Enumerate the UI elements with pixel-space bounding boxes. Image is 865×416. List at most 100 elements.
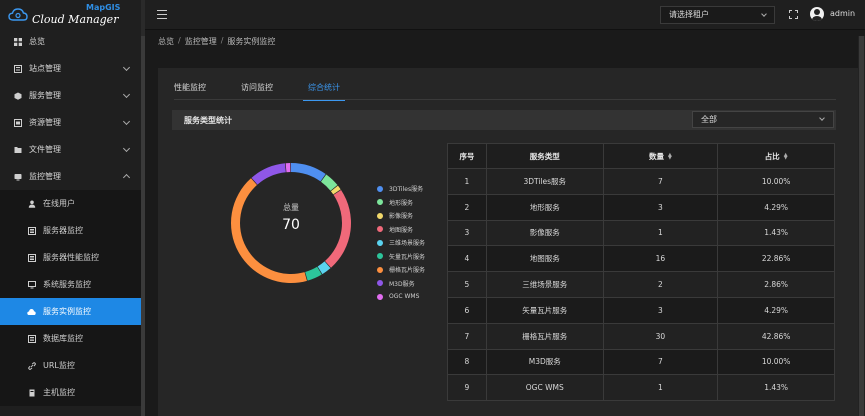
table-row: 4 地图服务 16 22.86% bbox=[447, 245, 835, 273]
sidebar-sub-server-monitor[interactable]: 服务器监控 bbox=[0, 217, 141, 244]
tabs: 性能监控 访问监控 综合统计 bbox=[174, 78, 375, 101]
username[interactable]: admin bbox=[830, 9, 855, 18]
table-row: 5 三维场景服务 2 2.86% bbox=[447, 271, 835, 298]
top-header: 请选择租户 admin bbox=[145, 0, 865, 30]
donut-slice[interactable] bbox=[291, 163, 326, 182]
table-cell: 矢量瓦片服务 bbox=[485, 296, 604, 324]
donut-total-value: 70 bbox=[282, 217, 300, 233]
breadcrumb-item[interactable]: 总览 bbox=[158, 36, 174, 47]
column-header-ratio[interactable]: 占比 ▲ ▼ bbox=[717, 143, 835, 169]
sidebar-sub-url[interactable]: URL监控 bbox=[0, 352, 141, 379]
host-icon bbox=[27, 388, 36, 397]
table-cell: 9 bbox=[447, 374, 487, 402]
legend-item[interactable]: M3D服务 bbox=[377, 278, 425, 289]
table-cell: 7 bbox=[447, 322, 487, 350]
table-cell: 42.86% bbox=[717, 322, 835, 350]
sidebar-scrollbar[interactable] bbox=[141, 0, 145, 416]
table-cell: 1 bbox=[602, 374, 719, 402]
sidebar-sub-label: 服务器监控 bbox=[43, 226, 83, 235]
table-cell: 7 bbox=[602, 348, 719, 376]
table-cell: OGC WMS bbox=[485, 374, 604, 402]
tab-statistics[interactable]: 综合统计 bbox=[303, 78, 345, 101]
donut-slice[interactable] bbox=[251, 163, 286, 185]
table-cell: 4 bbox=[447, 245, 487, 273]
legend-item[interactable]: 3DTiles服务 bbox=[377, 183, 425, 194]
legend-item[interactable]: 影像服务 bbox=[377, 210, 425, 221]
sidebar-item-label: 资源管理 bbox=[29, 118, 61, 127]
sidebar-scrollbar-thumb[interactable] bbox=[141, 36, 145, 416]
legend-item[interactable]: 地图服务 bbox=[377, 224, 425, 235]
sidebar-sub-label: 在线用户 bbox=[43, 199, 75, 208]
sidebar-sub-system-service[interactable]: 系统服务监控 bbox=[0, 271, 141, 298]
tab-access[interactable]: 访问监控 bbox=[241, 78, 273, 100]
breadcrumb-separator: / bbox=[220, 36, 224, 45]
chevron-up-icon bbox=[122, 173, 131, 182]
sidebar-item-service[interactable]: 服务管理 bbox=[0, 82, 141, 109]
table-cell: 1.43% bbox=[717, 374, 835, 402]
column-header-index: 序号 bbox=[447, 143, 487, 169]
sort-icon[interactable]: ▲ ▼ bbox=[668, 152, 672, 160]
avatar[interactable] bbox=[810, 7, 824, 21]
legend-item[interactable]: OGC WMS bbox=[377, 291, 425, 302]
table-cell: 1 bbox=[602, 219, 719, 247]
menu-toggle-icon[interactable] bbox=[157, 10, 167, 19]
service-type-filter[interactable]: 全部 bbox=[692, 111, 834, 128]
legend-item[interactable]: 矢量瓦片服务 bbox=[377, 251, 425, 262]
breadcrumb: 总览 / 监控管理 / 服务实例监控 bbox=[158, 36, 275, 47]
fullscreen-icon[interactable] bbox=[789, 10, 798, 19]
sidebar-sub-database[interactable]: 数据库监控 bbox=[0, 325, 141, 352]
brand-sub: MapGIS bbox=[86, 3, 121, 12]
legend-dot bbox=[377, 185, 383, 192]
column-header-count[interactable]: 数量 ▲ ▼ bbox=[602, 143, 719, 169]
page-scrollbar-thumb[interactable] bbox=[859, 36, 864, 416]
sidebar-sub-server-perf[interactable]: 服务器性能监控 bbox=[0, 244, 141, 271]
legend-item[interactable]: 地形服务 bbox=[377, 197, 425, 208]
sidebar-item-label: 服务管理 bbox=[29, 91, 61, 100]
legend-label: M3D服务 bbox=[389, 280, 415, 288]
table-cell: 22.86% bbox=[717, 245, 835, 273]
cloud-icon bbox=[27, 307, 36, 316]
user-icon bbox=[27, 199, 36, 208]
donut-chart: 总量 70 bbox=[228, 160, 354, 286]
sidebar-sub-service-instance[interactable]: 服务实例监控 bbox=[0, 298, 141, 325]
legend-label: 地形服务 bbox=[389, 199, 414, 207]
table-cell: 4.29% bbox=[717, 193, 835, 221]
sidebar-sub-host[interactable]: 主机监控 bbox=[0, 379, 141, 406]
legend-dot bbox=[377, 280, 383, 286]
logo[interactable]: Cloud Manager MapGIS bbox=[0, 0, 141, 30]
sidebar-item-monitor[interactable]: 监控管理 bbox=[0, 163, 141, 190]
table-cell: 30 bbox=[602, 322, 719, 350]
database-icon bbox=[27, 334, 36, 343]
resource-icon bbox=[13, 118, 22, 127]
sidebar-item-file[interactable]: 文件管理 bbox=[0, 136, 141, 163]
legend-dot bbox=[377, 226, 383, 232]
breadcrumb-separator: / bbox=[178, 36, 181, 45]
table-row: 7 栅格瓦片服务 30 42.86% bbox=[447, 322, 835, 350]
legend-dot bbox=[377, 266, 383, 273]
sort-icon[interactable]: ▲ ▼ bbox=[784, 152, 788, 160]
tab-performance[interactable]: 性能监控 bbox=[174, 78, 206, 100]
tabs-divider bbox=[174, 99, 836, 100]
server-perf-icon bbox=[27, 253, 36, 262]
legend-item[interactable]: 三维场景服务 bbox=[377, 237, 425, 248]
page-scrollbar[interactable] bbox=[858, 36, 865, 416]
tenant-select[interactable]: 请选择租户 bbox=[660, 6, 775, 24]
breadcrumb-item[interactable]: 监控管理 bbox=[185, 36, 217, 47]
app-root: Cloud Manager MapGIS 总览 站点管理 服务管理 资源管理 文… bbox=[0, 0, 865, 416]
sidebar-sub-online-users[interactable]: 在线用户 bbox=[0, 190, 141, 217]
sidebar-item-resource[interactable]: 资源管理 bbox=[0, 109, 141, 136]
table-cell: 地图服务 bbox=[485, 245, 604, 273]
sidebar-item-overview[interactable]: 总览 bbox=[0, 28, 141, 55]
sidebar-item-site[interactable]: 站点管理 bbox=[0, 55, 141, 82]
table-cell: 2 bbox=[447, 193, 487, 221]
server-icon bbox=[27, 226, 36, 235]
chart-legend: 3DTiles服务 地形服务影像服务地图服务三维场景服务 矢量瓦片服务 栅格瓦片服务 M… bbox=[377, 183, 425, 305]
chevron-down-icon bbox=[122, 144, 131, 153]
chevron-down-icon bbox=[819, 115, 825, 121]
legend-item[interactable]: 栅格瓦片服务 bbox=[377, 264, 425, 275]
table-cell: 3 bbox=[602, 193, 719, 221]
donut-slice[interactable] bbox=[285, 163, 291, 173]
table-cell: 2.86% bbox=[717, 271, 835, 298]
sidebar-sub-label: 服务实例监控 bbox=[43, 307, 91, 316]
table-cell: 影像服务 bbox=[485, 219, 604, 247]
